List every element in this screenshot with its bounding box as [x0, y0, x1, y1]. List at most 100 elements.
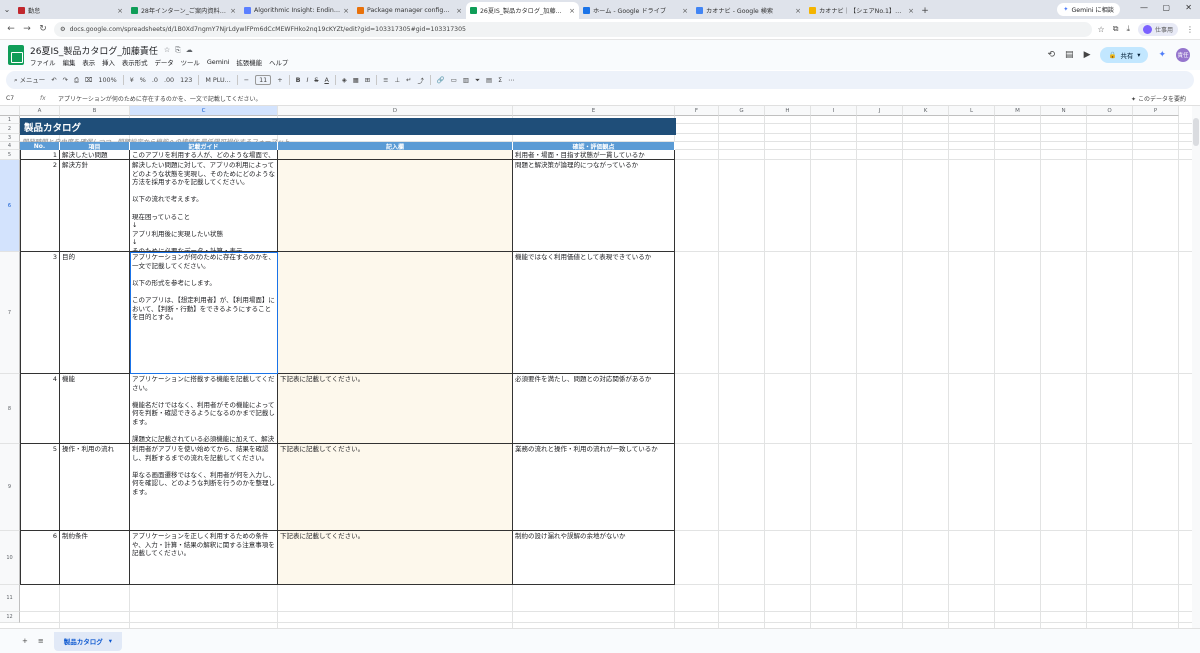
row-header[interactable]: 11: [0, 585, 20, 612]
doc-title[interactable]: 26夏IS_製品カタログ_加藤責任: [30, 44, 158, 57]
add-sheet-icon[interactable]: +: [22, 637, 28, 645]
align-vertical-icon[interactable]: ⊥: [395, 76, 401, 84]
align-horizontal-icon[interactable]: ≡: [383, 76, 388, 84]
tab-close-icon[interactable]: ×: [569, 7, 575, 15]
table-cell[interactable]: このアプリを利用する人が、どのような場面で、何に困っているかを記載してください。…: [130, 150, 278, 160]
close-window-icon[interactable]: ✕: [1185, 3, 1192, 12]
row-header[interactable]: 12: [0, 612, 20, 623]
column-header[interactable]: I: [811, 106, 857, 116]
table-cell[interactable]: 3: [20, 252, 60, 374]
number-format-button[interactable]: 123: [180, 76, 192, 84]
text-color-icon[interactable]: A: [324, 76, 328, 84]
column-header[interactable]: H: [765, 106, 811, 116]
filter-views-icon[interactable]: ▤: [486, 76, 492, 84]
comments-icon[interactable]: ▤: [1065, 50, 1074, 60]
column-header[interactable]: G: [719, 106, 765, 116]
row-header[interactable]: 2: [0, 124, 20, 134]
table-cell[interactable]: 機能ではなく利用価値として表現できているか: [513, 252, 675, 374]
download-icon[interactable]: ⤓: [1126, 24, 1130, 34]
menu-item[interactable]: 表示形式: [122, 58, 148, 67]
menu-item[interactable]: ツール: [181, 58, 200, 67]
column-header[interactable]: M: [995, 106, 1041, 116]
table-cell[interactable]: 業務の流れと操作・利用の流れが一致しているか: [513, 444, 675, 531]
insert-chart-icon[interactable]: ▥: [463, 76, 469, 84]
browser-tab[interactable]: ホーム - Google ドライブ ×: [579, 2, 692, 19]
scroll-thumb[interactable]: [1193, 118, 1199, 146]
meet-icon[interactable]: ▶: [1084, 50, 1091, 60]
column-header[interactable]: E: [513, 106, 675, 116]
borders-icon[interactable]: ▦: [353, 76, 359, 84]
browser-tab[interactable]: 26夏IS_製品カタログ_加藤責任 ×: [466, 2, 579, 19]
maximize-icon[interactable]: ▢: [1162, 3, 1170, 12]
extensions-icon[interactable]: ⧉: [1113, 24, 1119, 34]
table-cell[interactable]: 4: [20, 374, 60, 444]
formula-input[interactable]: アプリケーションが何のために存在するのかを、一文で記載してください。: [58, 94, 1131, 103]
menu-item[interactable]: 挿入: [102, 58, 115, 67]
more-tools-icon[interactable]: ⋯: [508, 76, 514, 84]
table-cell[interactable]: 問題と解決策が論理的につながっているか: [513, 160, 675, 252]
menu-item[interactable]: Gemini: [207, 58, 230, 67]
bold-icon[interactable]: B: [296, 76, 301, 84]
cloud-status-icon[interactable]: ☁: [186, 46, 193, 55]
bookmark-star-icon[interactable]: ☆: [1098, 25, 1105, 34]
row-header[interactable]: 6: [0, 160, 20, 252]
browser-tab[interactable]: カオナビ｜【シェアNo.1】タレントマネ×: [805, 2, 918, 19]
column-header[interactable]: N: [1041, 106, 1087, 116]
column-header[interactable]: L: [949, 106, 995, 116]
sheets-logo-icon[interactable]: [8, 45, 24, 65]
input-cell[interactable]: [278, 160, 513, 252]
text-wrap-icon[interactable]: ↵: [406, 76, 411, 84]
table-cell[interactable]: 必須要件を満たし、問題との対応関係があるか: [513, 374, 675, 444]
zoom-select[interactable]: 100%: [98, 76, 116, 84]
spreadsheet-grid[interactable]: ABCDEFGHIJKLMNOP123456789101112製品カタログ開発時…: [0, 106, 1200, 628]
table-cell[interactable]: 解決したい問題に対して、アプリの利用によってどのような状態を実現し、そのためにど…: [130, 160, 278, 252]
name-box[interactable]: C7: [0, 95, 40, 102]
share-button[interactable]: 🔒 共有 ▾: [1100, 47, 1149, 63]
gemini-button[interactable]: ✦ Gemini に相談: [1057, 3, 1120, 16]
table-cell[interactable]: 解決したい問題: [60, 150, 130, 160]
menu-item[interactable]: 表示: [82, 58, 95, 67]
table-cell[interactable]: アプリケーションが何のために存在するのかを、一文で記載してください。 以下の形式…: [130, 252, 278, 374]
table-cell[interactable]: 制約条件: [60, 531, 130, 585]
move-icon[interactable]: ⎘: [175, 46, 181, 55]
redo-icon[interactable]: ↷: [63, 76, 68, 84]
browser-tab[interactable]: 勤怠 ×: [14, 2, 127, 19]
text-rotation-icon[interactable]: ⤴: [417, 76, 423, 85]
italic-icon[interactable]: I: [306, 76, 308, 84]
menu-item[interactable]: ファイル: [30, 58, 56, 67]
table-cell[interactable]: 目的: [60, 252, 130, 374]
row-header[interactable]: 10: [0, 531, 20, 585]
currency-button[interactable]: ¥: [130, 76, 134, 84]
functions-icon[interactable]: Σ: [498, 76, 502, 84]
select-all-corner[interactable]: [0, 106, 20, 116]
profile-button[interactable]: 仕事用: [1137, 22, 1178, 36]
table-cell[interactable]: 機能: [60, 374, 130, 444]
table-cell[interactable]: アプリケーションを正しく利用するための条件や、入力・計算・結果の解釈に関する注意…: [130, 531, 278, 585]
table-cell[interactable]: 制約の設け漏れや誤解の余地がないか: [513, 531, 675, 585]
site-info-icon[interactable]: ⚙: [60, 26, 66, 33]
browser-tab[interactable]: Package manager configuratio ×: [353, 2, 466, 19]
table-cell[interactable]: 解決方針: [60, 160, 130, 252]
strikethrough-icon[interactable]: S: [314, 76, 318, 84]
table-cell[interactable]: 6: [20, 531, 60, 585]
column-header[interactable]: C: [130, 106, 278, 116]
summarize-button[interactable]: ✦ このデータを要約: [1131, 94, 1200, 103]
vertical-scrollbar[interactable]: [1192, 106, 1200, 628]
reload-icon[interactable]: ↻: [38, 24, 48, 34]
tab-close-icon[interactable]: ×: [908, 7, 914, 15]
font-size-minus[interactable]: −: [244, 76, 249, 84]
font-size-plus[interactable]: +: [277, 76, 282, 84]
font-select[interactable]: M PLU...: [205, 76, 230, 84]
row-header[interactable]: 5: [0, 150, 20, 160]
menu-item[interactable]: データ: [154, 58, 173, 67]
tab-close-icon[interactable]: ×: [456, 7, 462, 15]
url-field[interactable]: ⚙ docs.google.com/spreadsheets/d/1B0Xd7n…: [54, 21, 1092, 37]
input-cell[interactable]: 下記表に記載してください。: [278, 444, 513, 531]
menu-item[interactable]: 編集: [63, 58, 76, 67]
undo-icon[interactable]: ↶: [51, 76, 56, 84]
insert-link-icon[interactable]: 🔗: [437, 76, 445, 84]
percent-button[interactable]: %: [140, 76, 146, 84]
table-cell[interactable]: 5: [20, 444, 60, 531]
tab-close-icon[interactable]: ×: [682, 7, 688, 15]
forward-icon[interactable]: →: [22, 24, 32, 34]
